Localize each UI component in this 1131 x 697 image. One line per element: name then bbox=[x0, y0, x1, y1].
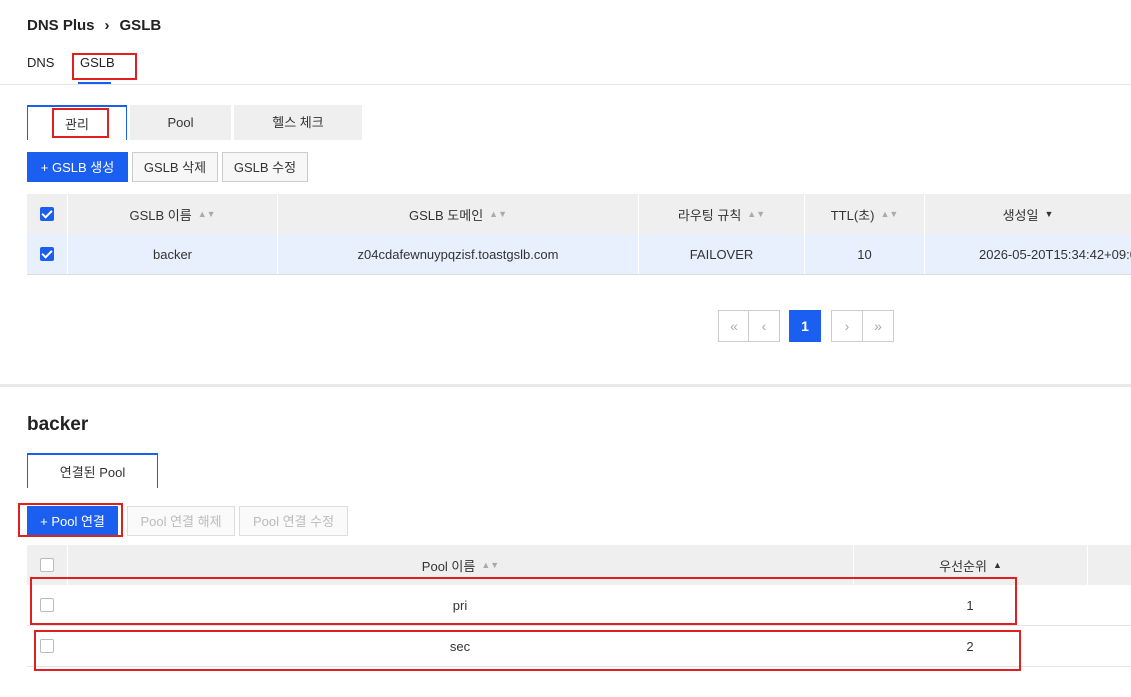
sort-icon[interactable]: ▲▼ bbox=[198, 209, 216, 219]
next-page-button[interactable]: › bbox=[831, 310, 863, 342]
delete-gslb-button[interactable]: GSLB 삭제 bbox=[132, 152, 218, 182]
column-header-domain[interactable]: GSLB 도메인 ▲▼ bbox=[277, 194, 638, 234]
highlight-box bbox=[72, 53, 137, 80]
select-all-checkbox[interactable] bbox=[40, 558, 54, 572]
first-page-button[interactable]: « bbox=[718, 310, 750, 342]
cell-name: backer bbox=[67, 234, 277, 274]
column-header-name[interactable]: GSLB 이름 ▲▼ bbox=[67, 194, 277, 234]
edit-pool-connection-button[interactable]: Pool 연결 수정 bbox=[239, 506, 348, 536]
table-row[interactable]: backer z04cdafewnuypqzisf.toastgslb.com … bbox=[27, 234, 1131, 275]
breadcrumb-current: GSLB bbox=[119, 17, 162, 34]
sort-icon[interactable]: ▲▼ bbox=[481, 560, 499, 570]
column-header-ttl[interactable]: TTL(초) ▲▼ bbox=[804, 194, 924, 234]
detail-title: backer bbox=[27, 414, 89, 435]
page-1-button[interactable]: 1 bbox=[789, 310, 821, 342]
prev-page-button[interactable]: ‹ bbox=[748, 310, 780, 342]
sort-asc-icon[interactable]: ▲ bbox=[993, 560, 1002, 570]
highlight-box bbox=[30, 577, 1017, 625]
chevron-right-icon: › bbox=[104, 17, 110, 34]
subnav-dns[interactable]: DNS bbox=[27, 55, 54, 70]
sort-icon[interactable]: ▲▼ bbox=[489, 209, 507, 219]
section-divider bbox=[0, 384, 1131, 387]
highlight-box bbox=[52, 108, 109, 138]
breadcrumb-root[interactable]: DNS Plus bbox=[27, 17, 95, 34]
highlight-box bbox=[18, 503, 123, 537]
breadcrumb: DNS Plus › GSLB bbox=[27, 17, 161, 34]
cell-domain: z04cdafewnuypqzisf.toastgslb.com bbox=[277, 234, 638, 274]
select-all-checkbox[interactable] bbox=[40, 207, 54, 221]
tab-health-check[interactable]: 헬스 체크 bbox=[234, 105, 362, 140]
row-checkbox[interactable] bbox=[40, 247, 54, 261]
sort-desc-icon[interactable]: ▼ bbox=[1044, 209, 1053, 219]
tab-linked-pool[interactable]: 연결된 Pool bbox=[27, 453, 158, 488]
cell-routing: FAILOVER bbox=[638, 234, 804, 274]
cell-ttl: 10 bbox=[804, 234, 924, 274]
divider bbox=[0, 84, 1131, 85]
create-gslb-button[interactable]: + GSLB 생성 bbox=[27, 152, 128, 182]
column-header-routing[interactable]: 라우팅 규칙 ▲▼ bbox=[638, 194, 804, 234]
highlight-box bbox=[34, 630, 1021, 671]
gslb-table-header: GSLB 이름 ▲▼ GSLB 도메인 ▲▼ 라우팅 규칙 ▲▼ TTL(초) ▲▼ 생… bbox=[27, 194, 1131, 234]
last-page-button[interactable]: » bbox=[862, 310, 894, 342]
disconnect-pool-button[interactable]: Pool 연결 해제 bbox=[127, 506, 235, 536]
sort-icon[interactable]: ▲▼ bbox=[747, 209, 765, 219]
column-header-created[interactable]: 생성일 ▼ bbox=[924, 194, 1131, 234]
sort-icon[interactable]: ▲▼ bbox=[880, 209, 898, 219]
cell-created: 2026-05-20T15:34:42+09:00 bbox=[924, 234, 1131, 274]
edit-gslb-button[interactable]: GSLB 수정 bbox=[222, 152, 308, 182]
tab-pool[interactable]: Pool bbox=[130, 105, 231, 140]
